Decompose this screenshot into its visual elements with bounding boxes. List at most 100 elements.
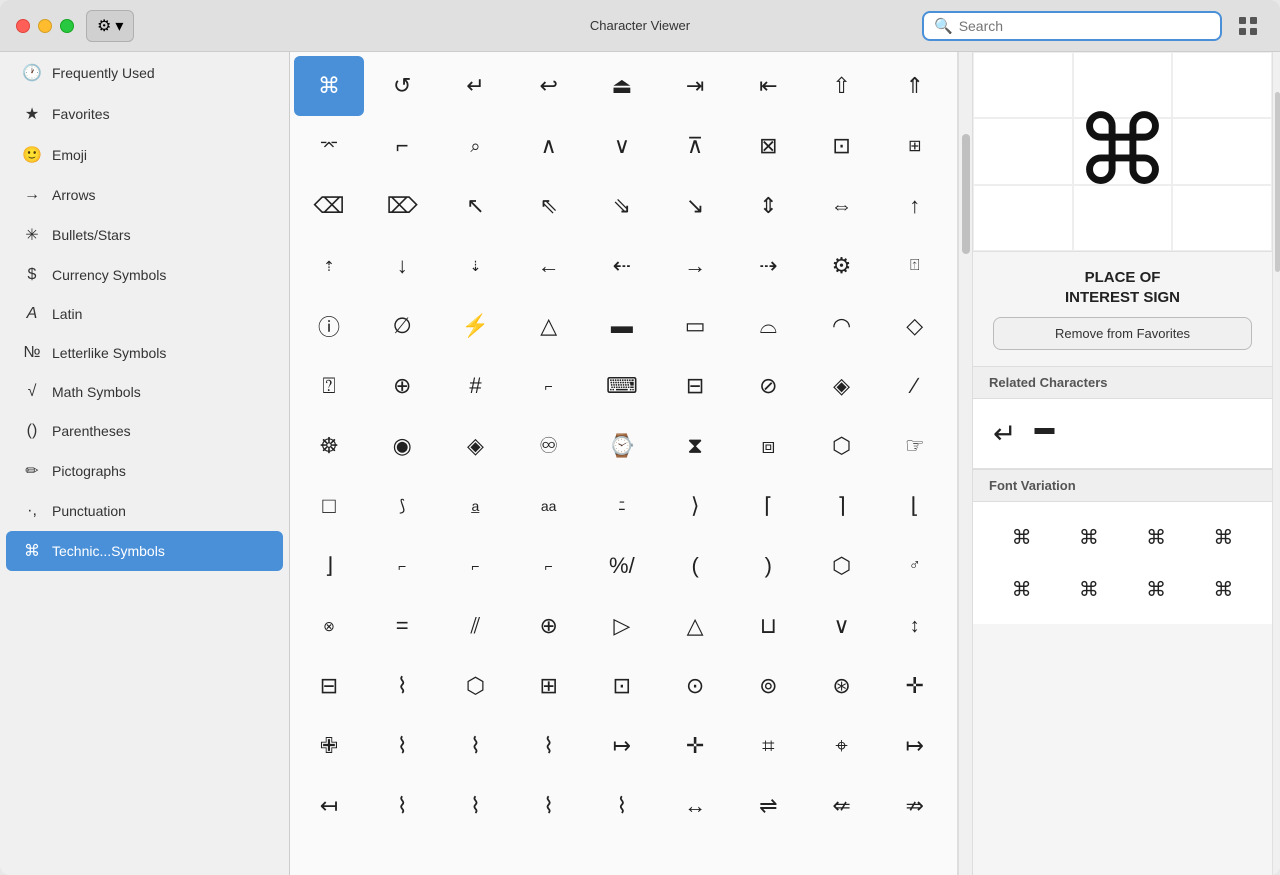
symbol-cell[interactable]: ⇥ (660, 56, 730, 116)
sidebar-item-favorites[interactable]: ★ Favorites (6, 94, 283, 134)
symbol-cell[interactable]: ⌖ (807, 716, 877, 776)
symbol-cell[interactable]: ∅ (367, 296, 437, 356)
sidebar-item-pictographs[interactable]: ✏ Pictographs (6, 451, 283, 491)
symbol-cell[interactable]: ⊡ (807, 116, 877, 176)
symbol-cell[interactable]: ⊛ (807, 656, 877, 716)
symbol-cell[interactable]: ↩ (514, 56, 584, 116)
symbol-cell[interactable]: ⌓ (733, 296, 803, 356)
font-var-2[interactable]: ⌘ (1056, 512, 1121, 562)
symbol-grid-container[interactable]: ⌘ ↺ ↵ ↩ ⏏ ⇥ ⇤ ⇧ ⇑ ⌤ ⌐ ⌕ ∧ ∨ ⊼ ⊠ (290, 52, 958, 875)
symbol-cell[interactable]: ▬ (587, 296, 657, 356)
symbol-cell[interactable]: ↦ (880, 716, 950, 776)
symbol-cell[interactable]: ⌇ (587, 776, 657, 836)
symbol-cell[interactable]: △ (660, 596, 730, 656)
symbol-cell[interactable]: ↵ (440, 56, 510, 116)
related-char-2[interactable]: ▬ (1030, 413, 1058, 454)
gear-button[interactable]: ⚙ ▾ (86, 10, 134, 42)
sidebar-item-bullets[interactable]: ✳ Bullets/Stars (6, 215, 283, 255)
sidebar-item-technic[interactable]: ⌘ Technic...Symbols (6, 531, 283, 571)
symbol-cell[interactable]: ♾ (514, 416, 584, 476)
sidebar-item-latin[interactable]: A Latin (6, 295, 283, 333)
related-char-1[interactable]: ↵ (989, 413, 1020, 454)
symbol-cell[interactable]: ✙ (294, 716, 364, 776)
symbol-cell[interactable]: ⊟ (294, 656, 364, 716)
symbol-cell[interactable]: ⇖ (514, 176, 584, 236)
font-var-8[interactable]: ⌘ (1191, 564, 1256, 614)
symbol-cell[interactable]: ⊡ (587, 656, 657, 716)
symbol-cell[interactable]: ⫽ (440, 596, 510, 656)
symbol-cell[interactable]: ⌈ (733, 476, 803, 536)
grid-scrollbar-thumb[interactable] (962, 134, 970, 254)
symbol-cell[interactable]: ⇏ (880, 776, 950, 836)
symbol-cell[interactable]: ← (514, 236, 584, 296)
symbol-cell[interactable]: ⌫ (294, 176, 364, 236)
sidebar-item-parentheses[interactable]: () Parentheses (6, 412, 283, 450)
symbol-cell[interactable]: ⇤ (733, 56, 803, 116)
maximize-button[interactable] (60, 19, 74, 33)
symbol-cell[interactable]: ⌇ (440, 716, 510, 776)
symbol-cell[interactable]: ⌇ (440, 776, 510, 836)
sidebar-item-punctuation[interactable]: ·, Punctuation (6, 492, 283, 530)
symbol-cell[interactable]: ∨ (807, 596, 877, 656)
symbol-cell[interactable]: ⇧ (807, 56, 877, 116)
symbol-cell[interactable]: ⚙ (807, 236, 877, 296)
symbol-cell[interactable]: aa (514, 476, 584, 536)
symbol-cell[interactable]: ↓ (367, 236, 437, 296)
symbol-cell[interactable]: # (440, 356, 510, 416)
symbol-cell[interactable]: ⌗ (733, 716, 803, 776)
symbol-cell[interactable]: ⊞ (880, 116, 950, 176)
symbol-cell[interactable]: ⌇ (514, 716, 584, 776)
symbol-cell[interactable]: ⍐ (880, 236, 950, 296)
symbol-cell[interactable]: ⓘ (294, 296, 364, 356)
symbol-cell[interactable]: ⚡ (440, 296, 510, 356)
symbol-cell[interactable]: ⌊ (880, 476, 950, 536)
search-box[interactable]: 🔍 (922, 11, 1222, 41)
symbol-cell[interactable]: ⊟ (660, 356, 730, 416)
symbol-cell[interactable]: ⌐ (514, 356, 584, 416)
symbol-cell[interactable]: ▭ (660, 296, 730, 356)
font-var-3[interactable]: ⌘ (1124, 512, 1189, 562)
symbol-cell[interactable]: ☸ (294, 416, 364, 476)
symbol-cell[interactable]: ⇠ (587, 236, 657, 296)
symbol-cell[interactable]: = (367, 596, 437, 656)
symbol-cell[interactable]: ⌇ (367, 656, 437, 716)
symbol-cell[interactable]: ⌦ (367, 176, 437, 236)
symbol-cell[interactable]: ⌨ (587, 356, 657, 416)
symbol-cell[interactable]: ⇌ (733, 776, 803, 836)
symbol-cell[interactable]: □ (294, 476, 364, 536)
symbol-cell[interactable]: ⌋ (294, 536, 364, 596)
sidebar-item-currency[interactable]: $ Currency Symbols (6, 256, 283, 294)
symbol-cell[interactable]: ⊕ (514, 596, 584, 656)
symbol-cell[interactable]: ⌐ (440, 536, 510, 596)
remove-favorites-button[interactable]: Remove from Favorites (993, 317, 1252, 350)
search-input[interactable] (959, 18, 1210, 34)
symbol-cell[interactable]: ⍰ (294, 356, 364, 416)
symbol-cell[interactable]: ⌇ (367, 716, 437, 776)
symbol-cell[interactable]: ⬡ (807, 416, 877, 476)
symbol-cell[interactable]: ⇔ (807, 176, 877, 236)
sidebar-item-letterlike[interactable]: № Letterlike Symbols (6, 334, 283, 372)
font-var-5[interactable]: ⌘ (989, 564, 1054, 614)
symbol-cell[interactable]: ∕ (880, 356, 950, 416)
symbol-cell[interactable]: ◇ (880, 296, 950, 356)
symbol-cell[interactable]: ∨ (587, 116, 657, 176)
grid-view-button[interactable] (1232, 10, 1264, 42)
symbol-cell[interactable]: ⇡ (294, 236, 364, 296)
symbol-cell[interactable]: a̲ (440, 476, 510, 536)
symbol-cell[interactable]: ⊠ (733, 116, 803, 176)
symbol-cell[interactable]: ♂ (880, 536, 950, 596)
symbol-cell[interactable]: ⇢ (733, 236, 803, 296)
symbol-cell[interactable]: ◈ (807, 356, 877, 416)
symbol-cell[interactable]: ) (733, 536, 803, 596)
symbol-cell[interactable]: ↕ (880, 596, 950, 656)
symbol-cell[interactable]: ∧ (514, 116, 584, 176)
symbol-cell[interactable]: ⧗ (660, 416, 730, 476)
symbol-cell[interactable]: ﾆ (587, 476, 657, 536)
symbol-cell[interactable]: ⊗ (294, 596, 364, 656)
symbol-cell[interactable]: ▷ (587, 596, 657, 656)
font-var-4[interactable]: ⌘ (1191, 512, 1256, 562)
sidebar-item-frequently-used[interactable]: 🕐 Frequently Used (6, 53, 283, 93)
symbol-cell[interactable]: ⇑ (880, 56, 950, 116)
sidebar-item-emoji[interactable]: 🙂 Emoji (6, 135, 283, 175)
font-var-1[interactable]: ⌘ (989, 512, 1054, 562)
